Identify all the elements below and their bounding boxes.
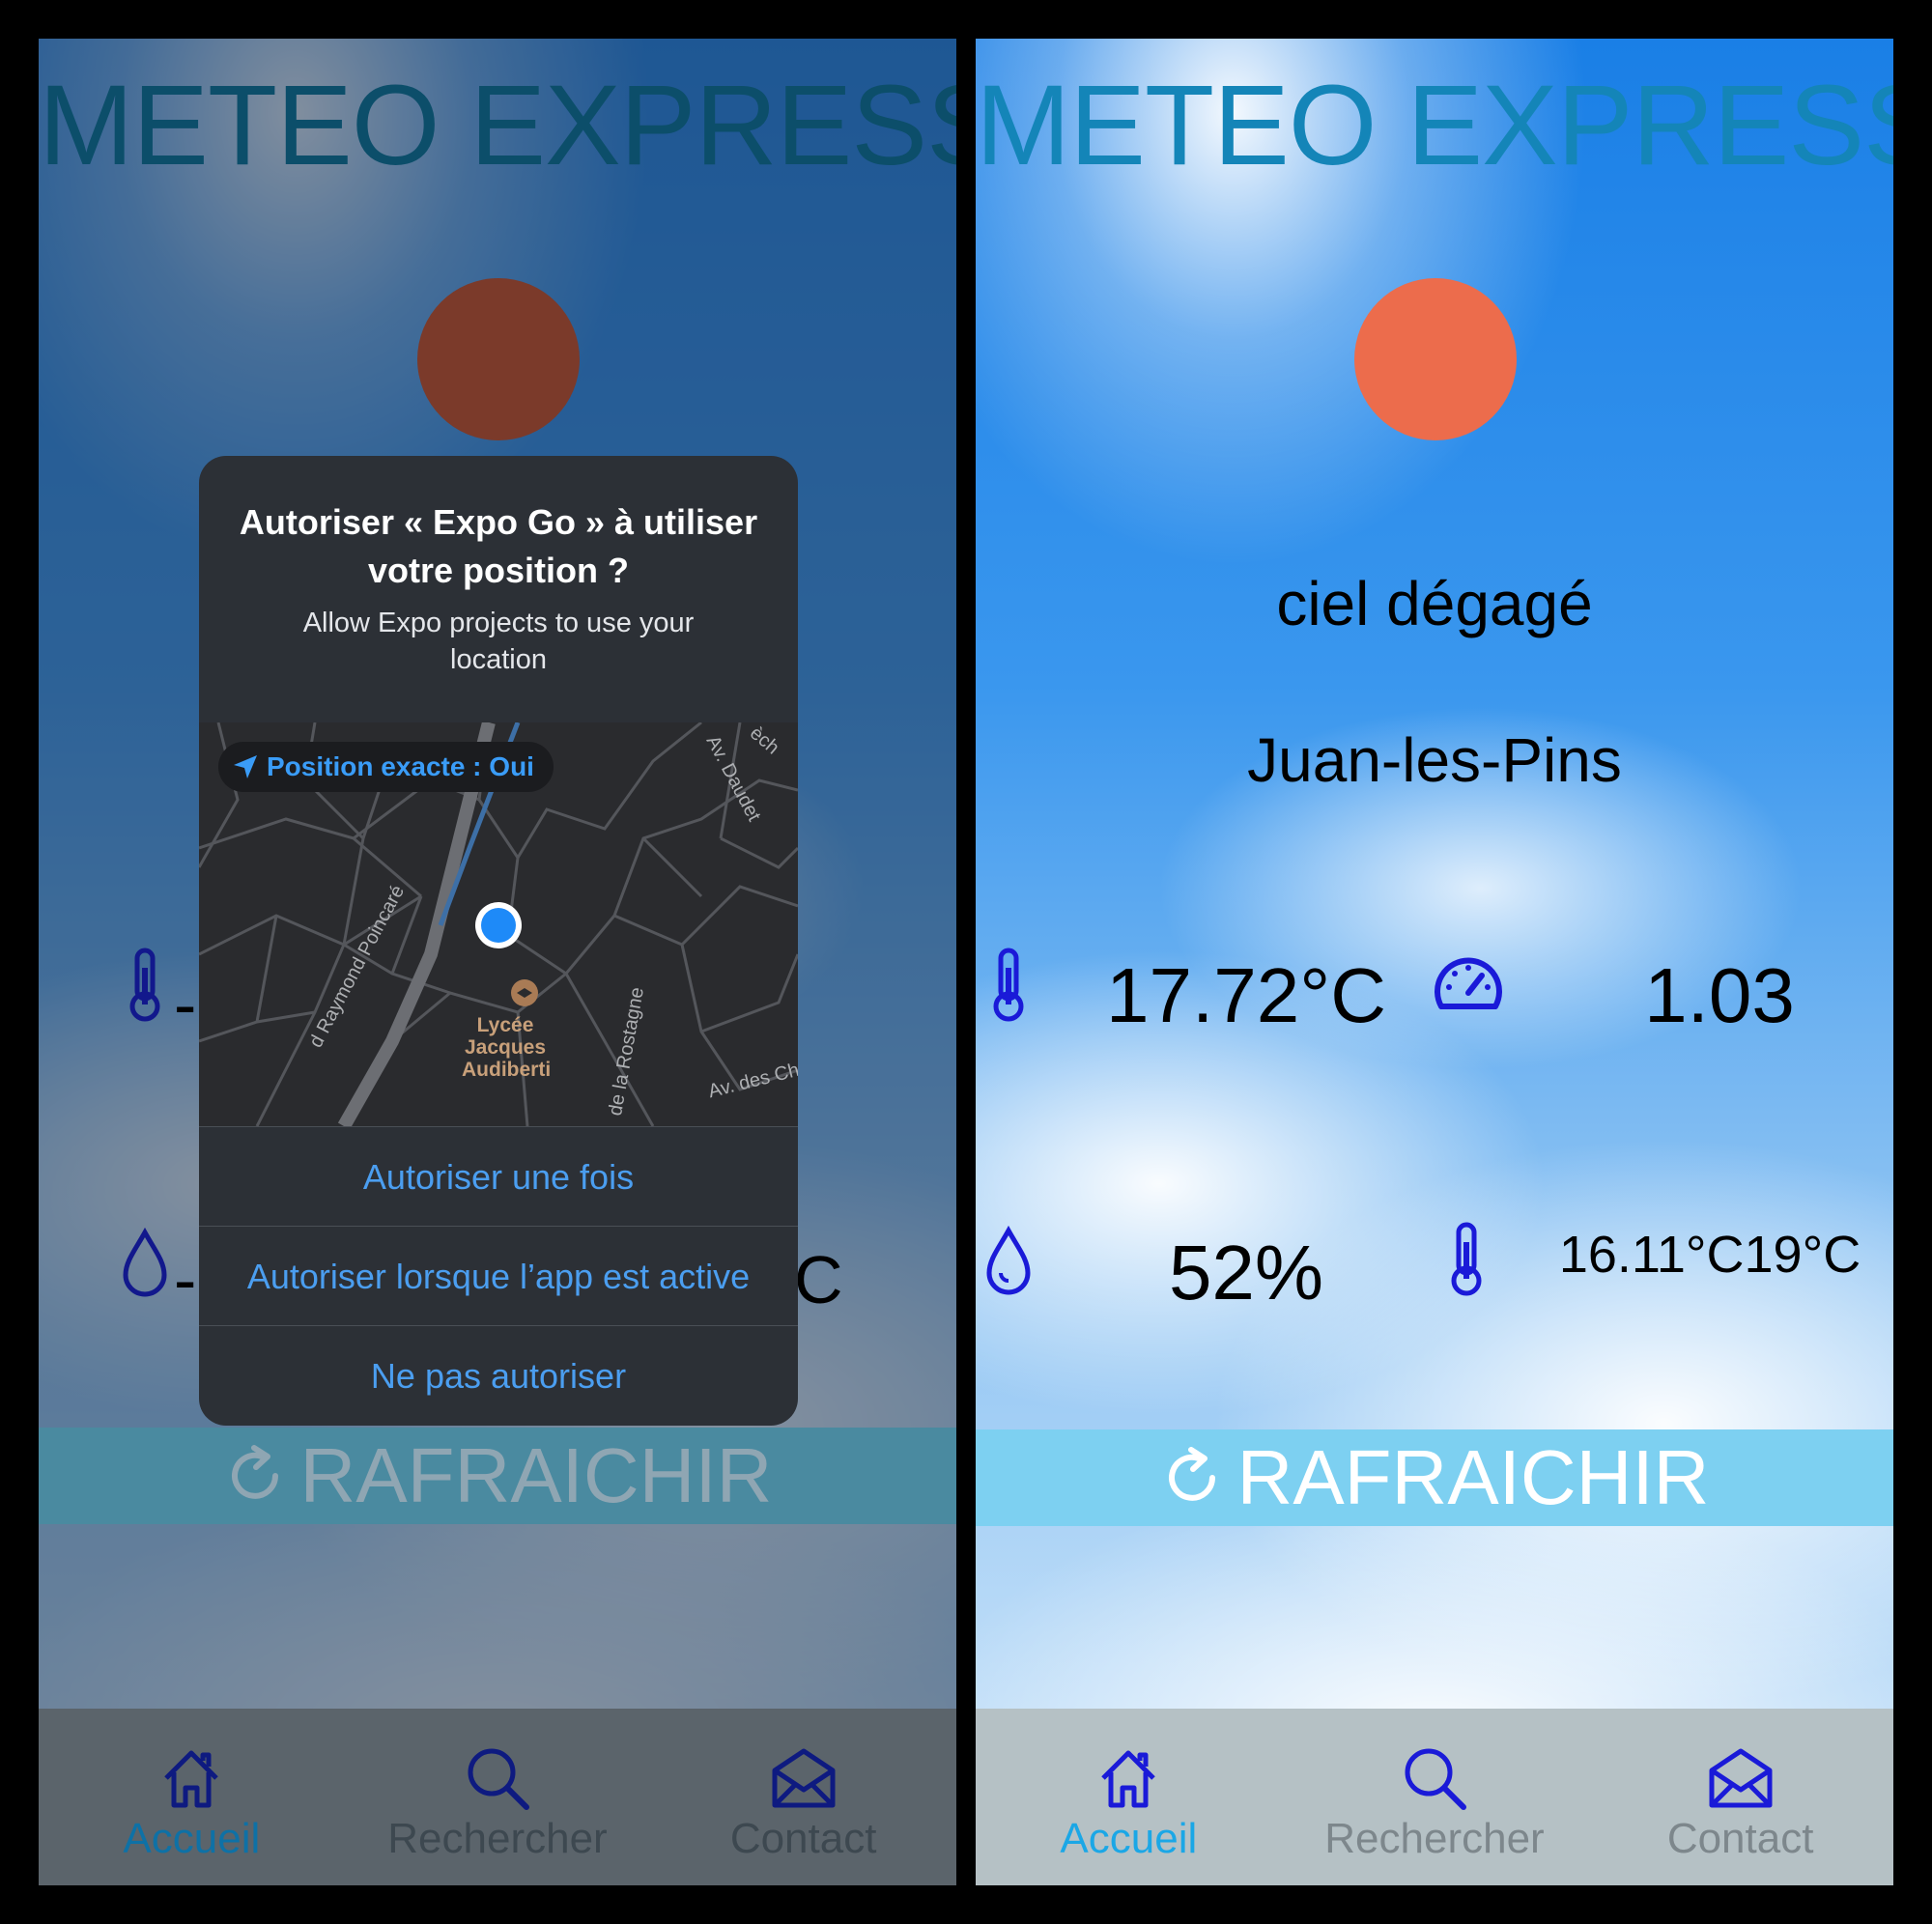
tab-accueil[interactable]: Accueil <box>46 1709 336 1885</box>
home-icon <box>1101 1750 1156 1808</box>
wind-value: 1.03 <box>1644 952 1795 1038</box>
home-icon <box>164 1750 219 1808</box>
refresh-button[interactable]: RAFRAICHIR <box>39 1428 956 1524</box>
humidity-drop-icon <box>986 1225 1031 1295</box>
humidity-value-partial: - <box>174 1242 197 1317</box>
minmax-value-partial: C <box>794 1242 843 1317</box>
mail-icon <box>1709 1748 1773 1808</box>
tab-accueil[interactable]: Accueil <box>983 1709 1273 1885</box>
refresh-label: RAFRAICHIR <box>1236 1434 1710 1520</box>
thermometer-icon <box>129 948 160 1022</box>
dont-allow-button[interactable]: Ne pas autoriser <box>199 1325 798 1426</box>
weather-sun-icon <box>1354 278 1517 440</box>
dialog-title: Autoriser « Expo Go » à utiliser votre p… <box>239 502 758 590</box>
refresh-button[interactable]: RAFRAICHIR <box>976 1429 1893 1526</box>
dialog-message: Allow Expo projects to use your location <box>302 608 695 675</box>
humidity-drop-icon <box>123 1227 167 1297</box>
location-permission-dialog: Autoriser « Expo Go » à utiliser votre p… <box>199 456 798 1426</box>
precise-location-toggle[interactable]: Position exacte : Oui <box>218 742 554 792</box>
tab-rechercher[interactable]: Rechercher <box>353 1709 642 1885</box>
weather-description: ciel dégagé <box>1276 569 1593 638</box>
tab-contact[interactable]: Contact <box>1596 1709 1886 1885</box>
city-name: Juan-les-Pins <box>1247 725 1622 795</box>
search-icon <box>1405 1748 1466 1810</box>
tab-rechercher[interactable]: Rechercher <box>1290 1709 1579 1885</box>
tab-label-rechercher: Rechercher <box>1324 1815 1545 1862</box>
tab-contact[interactable]: Contact <box>659 1709 949 1885</box>
tab-label-accueil: Accueil <box>1060 1815 1198 1862</box>
map-poi-label: Lycée Jacques Audiberti <box>462 1014 552 1081</box>
allow-once-button[interactable]: Autoriser une fois <box>199 1126 798 1227</box>
tab-label-contact: Contact <box>1666 1815 1814 1862</box>
weather-sun-icon <box>417 278 580 440</box>
minmax-value: 16.11°C19°C <box>1558 1226 1861 1284</box>
app-title: METEO EXPRESS <box>39 62 956 189</box>
location-map: Position exacte : Oui Lycée Jacques Audi… <box>199 722 798 1126</box>
humidity-value: 52% <box>1168 1230 1324 1316</box>
location-arrow-icon <box>234 755 257 778</box>
thermometer-minmax-icon <box>1451 1222 1482 1296</box>
refresh-icon <box>231 1445 278 1499</box>
screen-left: METEO EXPRESS - - C RAFRAICHIR Accueil R… <box>39 39 956 1885</box>
precise-location-label: Position exacte : Oui <box>267 751 534 781</box>
wind-gauge-icon <box>1435 957 1502 1009</box>
tab-label-rechercher: Rechercher <box>387 1815 608 1862</box>
app-title: METEO EXPRESS <box>976 62 1893 189</box>
screen-right: METEO EXPRESS ciel dégagé Juan-les-Pins … <box>976 39 1893 1885</box>
thermometer-icon <box>993 948 1024 1022</box>
allow-while-using-button[interactable]: Autoriser lorsque l’app est active <box>199 1226 798 1326</box>
temperature-value: 17.72°C <box>1106 952 1386 1038</box>
tab-bar: Accueil Rechercher Contact <box>39 1709 956 1885</box>
refresh-icon <box>1168 1447 1215 1501</box>
tab-label-accueil: Accueil <box>123 1815 261 1862</box>
search-icon <box>468 1748 529 1810</box>
mail-icon <box>772 1748 836 1808</box>
temperature-value-partial: - <box>174 967 197 1042</box>
refresh-label: RAFRAICHIR <box>299 1432 773 1518</box>
tab-label-contact: Contact <box>729 1815 877 1862</box>
tab-bar: Accueil Rechercher Contact <box>976 1709 1893 1885</box>
